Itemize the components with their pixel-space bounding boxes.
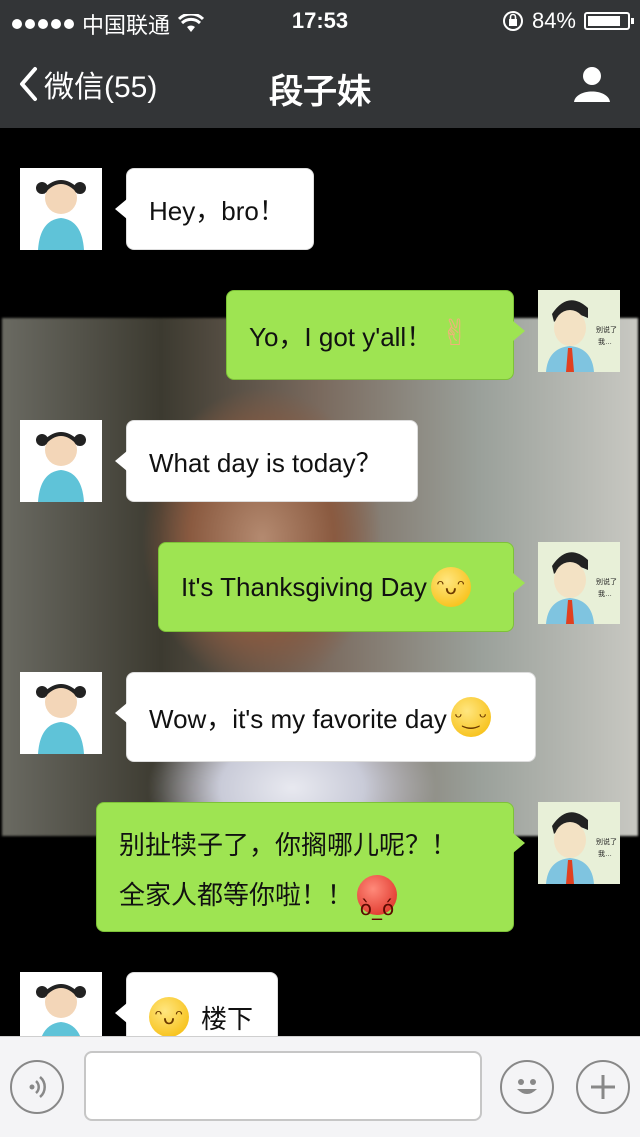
- navigation-bar: 微信(55) 段子妹: [0, 40, 640, 128]
- message-bubble-outgoing[interactable]: It's Thanksgiving Day ᵔᴗᵔ: [158, 542, 525, 632]
- girl-avatar-icon: [20, 420, 102, 502]
- avatar[interactable]: 别说了 我…: [538, 802, 620, 884]
- message-bubble-incoming[interactable]: Wow，it's my favorite day ᵕ‿ᵕ: [115, 672, 536, 762]
- avatar[interactable]: [20, 972, 102, 1036]
- man-avatar-icon: 别说了 我…: [538, 802, 620, 884]
- status-right: 84%: [502, 8, 634, 34]
- message-text: 全家人都等你啦！！: [119, 880, 354, 910]
- man-avatar-icon: 别说了 我…: [538, 542, 620, 624]
- message-bubble-incoming[interactable]: ᵔᴗᵔ 楼下: [115, 972, 278, 1036]
- battery-percent: 84%: [531, 8, 576, 33]
- avatar-caption-2: 我…: [598, 337, 612, 346]
- message-bubble-outgoing[interactable]: 别扯犊子了，你搁哪儿呢？！ 全家人都等你啦！！ ò_ó: [96, 802, 525, 932]
- battery-icon: [584, 12, 634, 30]
- message-bubble-incoming[interactable]: Hey，bro！: [115, 168, 314, 250]
- grin-emoji: ᵔᴗᵔ: [149, 997, 189, 1036]
- avatar[interactable]: [20, 672, 102, 754]
- message-bubble-outgoing[interactable]: Yo，I got y'all！ ✌: [226, 290, 525, 380]
- message-input[interactable]: [84, 1051, 482, 1121]
- avatar-caption: 别说了: [596, 325, 617, 334]
- smiley-icon: [517, 1079, 537, 1094]
- girl-avatar-icon: [20, 672, 102, 754]
- angry-emoji: ò_ó: [357, 875, 398, 920]
- person-icon[interactable]: [572, 64, 612, 104]
- avatar[interactable]: [20, 168, 102, 250]
- message-text: What day is today？: [149, 447, 382, 478]
- input-bar: [0, 1036, 640, 1137]
- voice-icon: [29, 1076, 46, 1098]
- avatar-caption: 别说了: [596, 577, 617, 586]
- man-avatar-icon: 别说了 我…: [538, 290, 620, 372]
- more-options-button[interactable]: [576, 1060, 630, 1114]
- message-text: Hey，bro！: [149, 195, 285, 226]
- smile-emoji: ᵕ‿ᵕ: [450, 697, 491, 737]
- message-line: 全家人都等你啦！！ ò_ó: [119, 870, 398, 920]
- rock-hand-emoji: ✌: [440, 313, 471, 354]
- avatar[interactable]: 别说了 我…: [538, 542, 620, 624]
- message-bubble-incoming[interactable]: What day is today？: [115, 420, 418, 502]
- avatar-caption: 别说了: [596, 837, 617, 846]
- girl-avatar-icon: [20, 972, 102, 1036]
- avatar[interactable]: 别说了 我…: [538, 290, 620, 372]
- rotation-lock-icon: [502, 11, 523, 31]
- girl-avatar-icon: [20, 168, 102, 250]
- message-text: Wow，it's my favorite day: [149, 703, 447, 734]
- grin-emoji: ᵔᴗᵔ: [430, 567, 471, 607]
- message-text: Yo，I got y'all！: [249, 321, 433, 352]
- avatar-caption-2: 我…: [598, 849, 612, 858]
- message-line: 别扯犊子了，你搁哪儿呢？！: [119, 820, 457, 870]
- chat-area[interactable]: Hey，bro！ Yo，I got y'all！ ✌ 别说了 我… What d…: [0, 128, 640, 1036]
- message-text: 别扯犊子了，你搁哪儿呢？！: [119, 830, 458, 860]
- status-bar: 中国联通 17:53 84%: [0, 0, 640, 40]
- chat-title: 段子妹: [269, 73, 371, 111]
- message-text: It's Thanksgiving Day: [181, 571, 427, 602]
- plus-icon: [591, 1075, 615, 1099]
- avatar-caption-2: 我…: [598, 589, 612, 598]
- avatar[interactable]: [20, 420, 102, 502]
- emoji-button[interactable]: [500, 1060, 554, 1114]
- message-text: 楼下: [201, 1003, 254, 1034]
- voice-input-button[interactable]: [10, 1060, 64, 1114]
